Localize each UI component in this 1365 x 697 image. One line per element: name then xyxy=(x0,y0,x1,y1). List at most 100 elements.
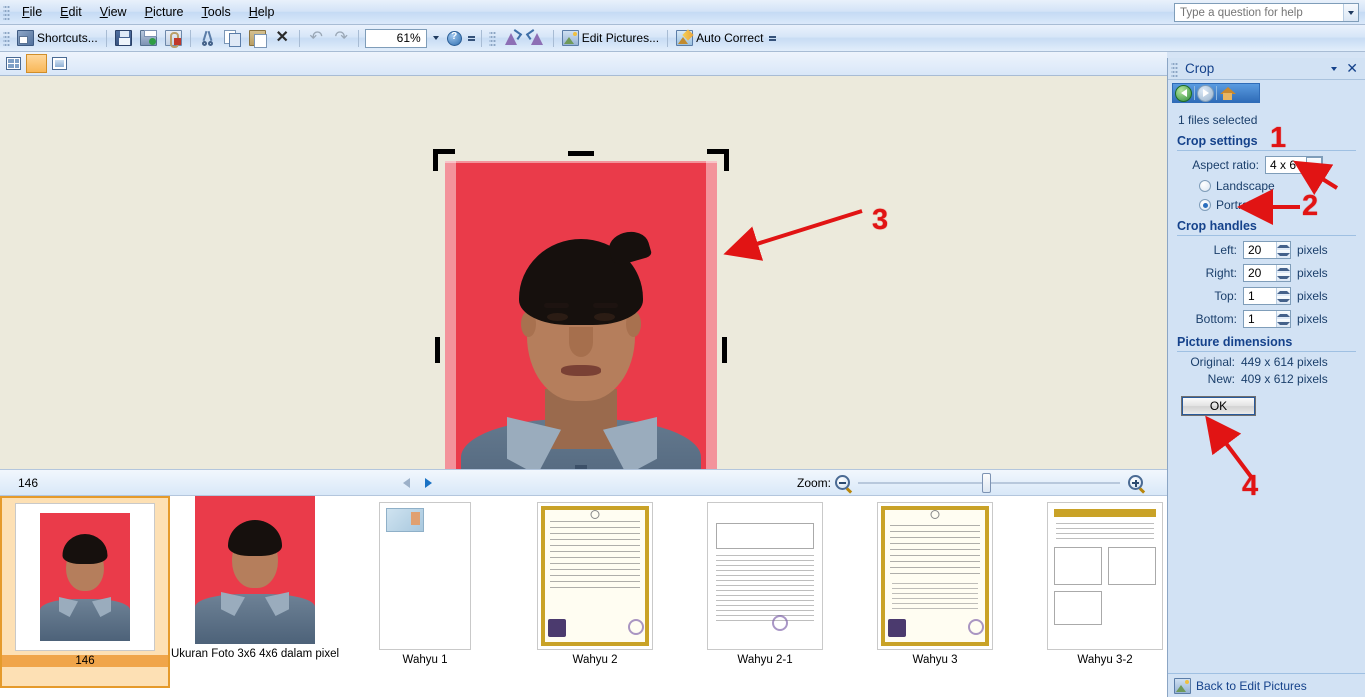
help-search-dropdown[interactable] xyxy=(1343,4,1358,21)
list-item[interactable]: Ukuran Foto 3x6 4x6 dalam pixel xyxy=(170,496,340,688)
undo-button[interactable]: ↶ xyxy=(304,27,329,49)
list-item[interactable]: Wahyu 3 xyxy=(850,496,1020,688)
original-dimensions-row: Original: 449 x 614 pixels xyxy=(1177,355,1356,369)
toolbar-grip-2[interactable] xyxy=(488,30,496,46)
crop-handle-left[interactable] xyxy=(435,337,440,363)
landscape-radio-row[interactable]: Landscape xyxy=(1199,179,1356,193)
crop-left-stepper[interactable] xyxy=(1276,242,1290,258)
crop-left-input[interactable]: 20 xyxy=(1243,241,1291,259)
crop-bottom-row: Bottom: 1 pixels xyxy=(1177,310,1356,328)
menu-file[interactable]: File xyxy=(13,2,51,22)
thumbnail-view-icon xyxy=(6,57,21,70)
list-item[interactable]: Wahyu 1 xyxy=(340,496,510,688)
thumbnail-view-button[interactable] xyxy=(3,54,24,73)
certificate-stamp xyxy=(968,619,984,635)
portrait-radio-row[interactable]: Portrait xyxy=(1199,198,1356,212)
crop-handle-right[interactable] xyxy=(722,337,727,363)
back-to-edit-pictures-link[interactable]: Back to Edit Pictures xyxy=(1168,673,1365,697)
portrait-radio[interactable] xyxy=(1199,199,1211,211)
save-button[interactable] xyxy=(111,27,136,49)
menu-tools[interactable]: Tools xyxy=(193,2,240,22)
rotate-right-button[interactable] xyxy=(524,27,549,49)
filmstrip[interactable]: 146 Ukuran Foto 3x6 4x6 dalam pixel Wahy… xyxy=(0,496,1167,697)
divider xyxy=(1194,86,1195,100)
menu-help[interactable]: Help xyxy=(240,2,284,22)
menu-bar-grip[interactable] xyxy=(3,4,10,20)
delete-button[interactable]: ✕ xyxy=(270,27,295,49)
menu-picture[interactable]: Picture xyxy=(136,2,193,22)
zoom-dropdown-button[interactable] xyxy=(429,27,443,49)
toolbar-overflow-button-2[interactable] xyxy=(767,27,778,49)
help-icon xyxy=(446,30,462,46)
menu-edit[interactable]: Edit xyxy=(51,2,91,22)
portrait-label: Portrait xyxy=(1216,198,1255,212)
previous-picture-button[interactable] xyxy=(399,475,415,491)
shortcuts-button[interactable]: Shortcuts... xyxy=(13,27,102,49)
crop-top-stepper[interactable] xyxy=(1276,288,1290,304)
zoom-slider-thumb[interactable] xyxy=(982,472,992,493)
crop-right-input[interactable]: 20 xyxy=(1243,264,1291,282)
help-search-box[interactable] xyxy=(1174,3,1359,22)
crop-bottom-stepper[interactable] xyxy=(1276,311,1290,327)
ok-button[interactable]: OK xyxy=(1181,396,1256,416)
toolbar-overflow-button[interactable] xyxy=(466,27,477,49)
chevron-down-icon xyxy=(432,36,439,40)
list-item[interactable]: Wahyu 2 xyxy=(510,496,680,688)
redo-button[interactable]: ↷ xyxy=(329,27,354,49)
crop-task-pane: Crop ✕ 1 files selected Crop settings As… xyxy=(1167,58,1365,697)
copy-button[interactable] xyxy=(220,27,245,49)
status-bar: 146 Zoom: xyxy=(0,469,1167,496)
list-item-label: Wahyu 1 xyxy=(402,654,448,666)
crop-right-stepper[interactable] xyxy=(1276,265,1290,281)
next-picture-button[interactable] xyxy=(421,475,437,491)
landscape-radio[interactable] xyxy=(1199,180,1211,192)
chevron-down-icon xyxy=(1348,10,1354,15)
crop-bottom-units: pixels xyxy=(1297,312,1328,326)
task-pane-grip[interactable] xyxy=(1171,60,1178,77)
help-button[interactable] xyxy=(443,27,466,49)
picture-preview-area[interactable] xyxy=(0,76,1167,469)
cut-button[interactable] xyxy=(195,27,220,49)
zoom-in-icon[interactable] xyxy=(1128,475,1144,490)
list-item[interactable]: Wahyu 3-2 xyxy=(1020,496,1167,688)
paste-button[interactable] xyxy=(245,27,270,49)
zoom-slider[interactable] xyxy=(858,472,1121,493)
crop-right-label: Right: xyxy=(1205,266,1237,280)
home-icon[interactable] xyxy=(1219,85,1236,102)
crop-bottom-input[interactable]: 1 xyxy=(1243,310,1291,328)
forward-arrow-icon[interactable] xyxy=(1197,84,1214,102)
auto-correct-button[interactable]: Auto Correct xyxy=(672,27,767,49)
annotation-marker-1: 1 xyxy=(1270,122,1287,154)
email-attach-button[interactable] xyxy=(161,27,186,49)
crop-top-input[interactable]: 1 xyxy=(1243,287,1291,305)
cropped-photo[interactable] xyxy=(433,149,729,469)
filmstrip-view-button[interactable] xyxy=(26,54,47,566)
transcript-header xyxy=(716,523,814,549)
rotate-left-button[interactable] xyxy=(499,27,524,49)
zoom-level-combo[interactable]: 61% xyxy=(364,28,427,48)
thumbnail-image xyxy=(15,503,155,651)
crop-handle-top-left[interactable] xyxy=(433,149,438,171)
report-chart-3 xyxy=(1054,591,1102,625)
chevron-down-icon[interactable] xyxy=(1331,66,1338,71)
photo-brow-left xyxy=(544,303,569,308)
crop-handle-top-right[interactable] xyxy=(724,149,729,171)
back-arrow-icon[interactable] xyxy=(1175,84,1192,102)
help-search-input[interactable] xyxy=(1175,4,1343,21)
aspect-ratio-dropdown[interactable]: 4 x 6 xyxy=(1265,156,1323,174)
new-value: 409 x 612 pixels xyxy=(1241,372,1328,386)
chevron-down-icon[interactable] xyxy=(1306,157,1322,173)
menu-view[interactable]: View xyxy=(91,2,136,22)
list-item[interactable]: Wahyu 2-1 xyxy=(680,496,850,688)
toolbar-separator xyxy=(105,29,107,47)
close-icon[interactable]: ✕ xyxy=(1346,60,1358,77)
toolbar-grip[interactable] xyxy=(3,30,10,46)
zoom-out-icon[interactable] xyxy=(835,475,851,490)
aspect-ratio-label: Aspect ratio: xyxy=(1192,158,1259,172)
print-button[interactable] xyxy=(136,27,161,49)
list-item[interactable]: 146 xyxy=(0,496,170,688)
crop-handle-top[interactable] xyxy=(568,151,594,156)
single-picture-view-button[interactable] xyxy=(49,54,70,73)
edit-pictures-button[interactable]: Edit Pictures... xyxy=(558,27,663,49)
certificate-stamp xyxy=(628,619,644,635)
